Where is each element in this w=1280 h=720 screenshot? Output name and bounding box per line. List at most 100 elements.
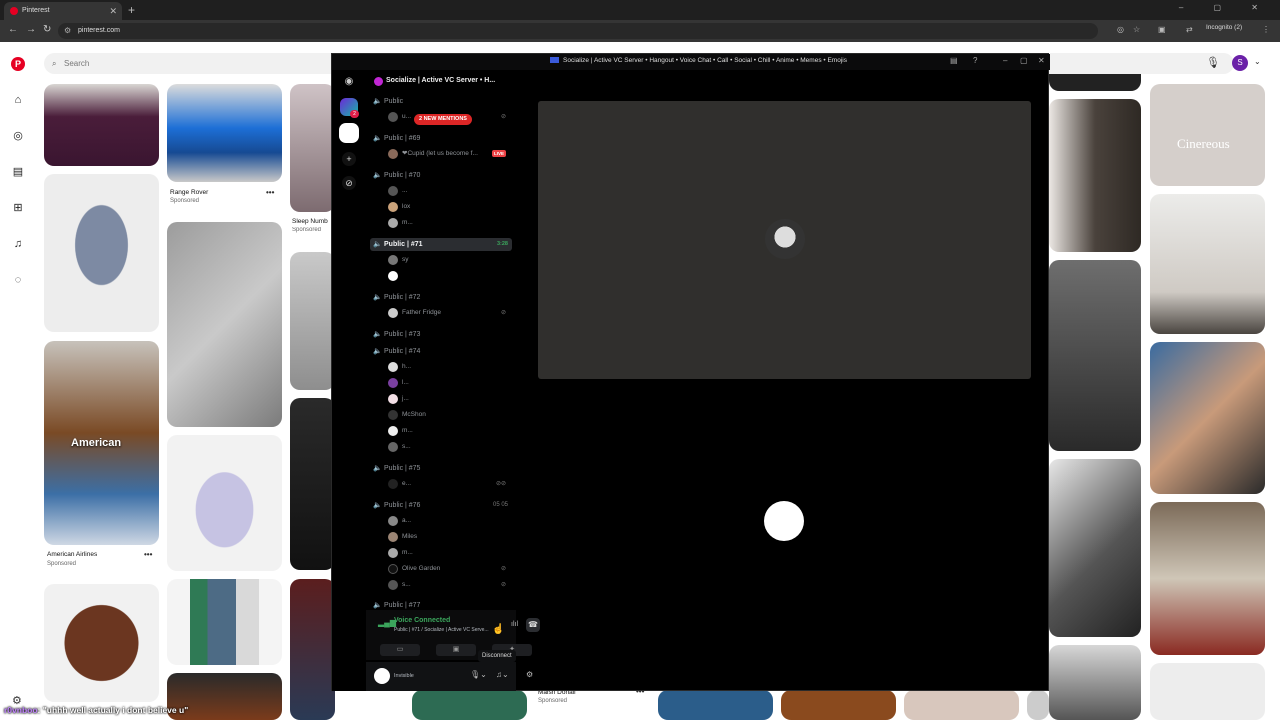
pin-image[interactable] [1027, 690, 1049, 720]
eye-off-icon[interactable]: ◎ [1117, 25, 1124, 34]
voice-channel-active[interactable]: 🔈 Public | #71 3:28 [370, 238, 512, 251]
screen-share-button[interactable]: ▣ [436, 644, 476, 656]
pin-image[interactable] [1049, 459, 1141, 637]
pin-image[interactable] [44, 174, 159, 332]
disconnect-button[interactable]: ☎ [526, 618, 540, 632]
voice-channel[interactable]: 🔈 Public [370, 95, 512, 108]
more-options-icon[interactable]: ••• [144, 550, 152, 559]
channel-member[interactable]: m... [386, 216, 510, 230]
microphone-icon[interactable]: 🎙⌄ [470, 670, 487, 679]
voice-channel[interactable]: 🔈 Public | #69 [370, 132, 512, 145]
pin-sleep-number[interactable] [290, 84, 335, 212]
channel-member[interactable]: e... ⊘⊘ [386, 477, 510, 491]
user-avatar[interactable] [374, 668, 390, 684]
pin-image[interactable] [1049, 260, 1141, 451]
close-icon[interactable]: ✕ [1038, 56, 1045, 65]
pin-image[interactable] [1049, 74, 1141, 91]
channel-member[interactable]: sy [386, 253, 510, 267]
explore-icon[interactable]: ◎ [12, 130, 24, 142]
new-tab-icon[interactable]: + [128, 3, 135, 17]
channel-member[interactable]: a... [386, 514, 510, 528]
forward-icon[interactable]: → [26, 24, 36, 35]
voice-channel[interactable]: 🔈 Public | #76 05 05 [370, 499, 512, 512]
pin-image[interactable] [290, 579, 335, 720]
create-icon[interactable]: ⊞ [12, 202, 24, 214]
more-options-icon[interactable]: ••• [266, 188, 274, 197]
participant-avatar[interactable] [764, 501, 804, 541]
channel-member[interactable]: u... ⊘ [386, 110, 510, 124]
pin-image[interactable] [1150, 342, 1265, 494]
cast-icon[interactable]: ⇄ [1186, 25, 1193, 34]
pin-image[interactable] [904, 690, 1019, 720]
messages-icon[interactable]: ◌ [12, 274, 24, 286]
pin-image[interactable] [167, 435, 282, 571]
channel-member[interactable]: Miles [386, 530, 510, 544]
noise-suppression-icon[interactable]: ılıl [511, 621, 518, 628]
headphones-icon[interactable]: ♫⌄ [496, 670, 509, 679]
voice-channel[interactable]: 🔈 Public | #70 [370, 169, 512, 182]
camera-off-button[interactable]: ▭ [380, 644, 420, 656]
pin-image[interactable] [290, 252, 335, 390]
voice-status[interactable]: Voice Connected [394, 617, 450, 624]
voice-channel[interactable]: 🔈 Public | #74 [370, 345, 512, 358]
chevron-down-icon[interactable]: ⌄ [1254, 57, 1261, 66]
profile-avatar[interactable]: S [1232, 55, 1248, 71]
voice-channel[interactable]: 🔈 Public | #72 [370, 291, 512, 304]
tab-close-icon[interactable]: ✕ [109, 2, 117, 20]
channel-member[interactable]: m... [386, 546, 510, 560]
server-icon-active[interactable] [339, 123, 359, 143]
reload-icon[interactable]: ↻ [43, 24, 51, 35]
pin-image[interactable] [658, 690, 773, 720]
channel-member[interactable]: lox [386, 200, 510, 214]
microphone-icon[interactable]: 🎙 [1206, 56, 1220, 69]
voice-channel[interactable]: 🔈 Public | #75 [370, 462, 512, 475]
pin-image[interactable] [1049, 645, 1141, 720]
incognito-indicator[interactable]: Incognito (2) [1206, 24, 1242, 31]
channel-member[interactable]: ❤Cupid (let us become f... LIVE [386, 147, 510, 161]
discover-icon[interactable]: ⊘ [342, 176, 356, 190]
pin-range-rover[interactable] [167, 84, 282, 182]
boards-icon[interactable]: ▤ [12, 166, 24, 178]
channel-member[interactable]: s... ⊘ [386, 578, 510, 592]
voice-channel[interactable]: 🔈 Public | #73 [370, 328, 512, 341]
channel-member[interactable]: Olive Garden ⊘ [386, 562, 510, 576]
channel-member[interactable]: McShon [386, 408, 510, 422]
channel-member[interactable]: m... [386, 424, 510, 438]
pin-image[interactable] [1150, 194, 1265, 334]
site-info-icon[interactable]: ⚙ [64, 23, 71, 39]
menu-icon[interactable]: ⋮ [1262, 25, 1270, 34]
user-status[interactable]: Invisible [394, 673, 414, 679]
channel-member[interactable]: s... [386, 440, 510, 454]
channel-member[interactable] [386, 269, 510, 283]
pin-image[interactable] [1150, 663, 1265, 720]
help-icon[interactable]: ? [973, 56, 977, 65]
url-field[interactable]: ⚙ pinterest.com [58, 23, 1098, 39]
channel-member[interactable]: l... [386, 376, 510, 390]
minimize-icon[interactable]: – [1003, 56, 1007, 65]
back-icon[interactable]: ← [8, 24, 18, 35]
window-controls[interactable]: – ▢ ✕ [1179, 3, 1272, 12]
settings-gear-icon[interactable]: ⚙ [526, 670, 533, 679]
pinterest-logo-icon[interactable]: P [11, 57, 25, 71]
pin-image[interactable] [412, 690, 527, 720]
server-header[interactable]: Socialize | Active VC Server • H... [366, 70, 516, 92]
pin-image[interactable] [290, 398, 335, 570]
home-icon[interactable]: ⌂ [12, 94, 24, 106]
channel-member[interactable]: ... [386, 184, 510, 198]
channel-member[interactable]: Father Fridge ⊘ [386, 306, 510, 320]
maximize-icon[interactable]: ▢ [1020, 56, 1028, 65]
pin-image[interactable] [167, 579, 282, 665]
extensions-icon[interactable]: ▣ [1158, 25, 1166, 34]
pin-title[interactable]: Sleep Numb [292, 218, 332, 225]
stream-tile[interactable] [538, 101, 1031, 379]
channel-member[interactable]: j... [386, 392, 510, 406]
bookmark-star-icon[interactable]: ☆ [1133, 25, 1140, 34]
channel-member[interactable]: h... [386, 360, 510, 374]
pin-image[interactable] [167, 222, 282, 427]
pin-image[interactable] [781, 690, 896, 720]
inbox-icon[interactable]: ▤ [950, 56, 958, 65]
browser-tab-pinterest[interactable]: Pinterest ✕ [4, 2, 122, 20]
pin-cinereous[interactable]: Cinereous [1150, 84, 1265, 186]
pin-title[interactable]: American Airlines [47, 551, 97, 558]
pin-title[interactable]: Range Rover [170, 189, 208, 196]
